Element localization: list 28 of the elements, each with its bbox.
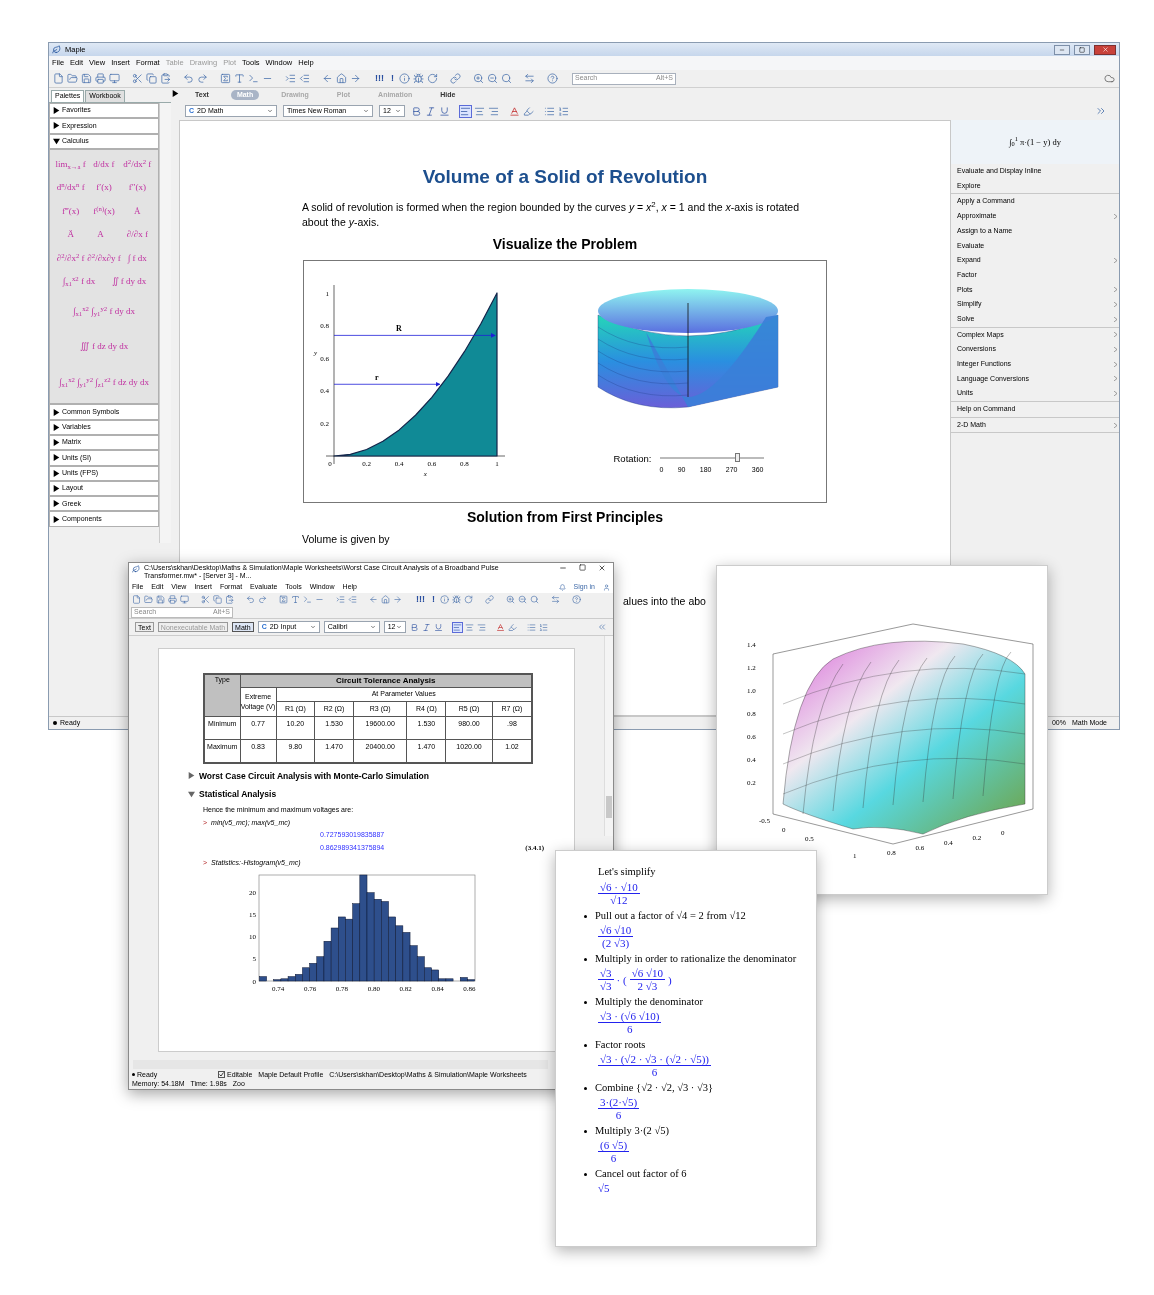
step-text: Multiply 3·(2 √5) (595, 1125, 669, 1137)
math-expression: 3·(2·√5) 6 (598, 1096, 640, 1121)
table-title: Circuit Tolerance Analysis (240, 674, 532, 688)
step-text: Let's simplify (598, 866, 657, 878)
step-text: Factor roots (595, 1039, 646, 1051)
math-expression: (6 √5) 6 (598, 1139, 630, 1164)
document-title: Volume of a Solid of Revolution (422, 165, 708, 189)
section-heading: Visualize the Problem (492, 234, 638, 254)
math-expression: √3 · (√2 · √3 · (√2 · √5)) 6 (598, 1053, 711, 1078)
paragraph: A solid of revolution is formed when the region bounded by the curves y = x$^{2}$, x = 1 and the x-axis is rotated about the y-axis. (302, 199, 801, 230)
step-text: Pull out a factor of √4 = 2 from √12 (595, 910, 746, 922)
annotation-label: r (374, 373, 379, 383)
section-title: Statistical Analysis (199, 788, 277, 801)
annotation-label: R (395, 324, 402, 334)
step-text: Multiply the denominator (595, 996, 703, 1008)
math-expression: √3 · (√6 √10) 6 (598, 1010, 662, 1035)
slider-label: Rotation: (613, 451, 652, 466)
section-heading: Solution from First Principles (467, 507, 663, 527)
math-expression: √5 (598, 1182, 610, 1194)
math-expression: √6 · √10 √12 (598, 881, 640, 906)
step-text: Combine {√2 · √2, √3 · √3} (595, 1082, 713, 1094)
section-title: Worst Case Circuit Analysis with Monte-Carlo Simulation (199, 769, 429, 783)
paragraph: Volume is given by (302, 531, 391, 547)
expression-preview: ∫$_{0}$$^{1}$ π·(1 − y) dy (951, 120, 1119, 164)
step-text: Multiply in order to rationalize the denominator (595, 953, 797, 965)
step-text: Cancel out factor of 6 (595, 1168, 687, 1180)
paragraph: alues into the abo (623, 594, 707, 610)
math-expression: √6 √10 (2 √3) (598, 924, 634, 949)
